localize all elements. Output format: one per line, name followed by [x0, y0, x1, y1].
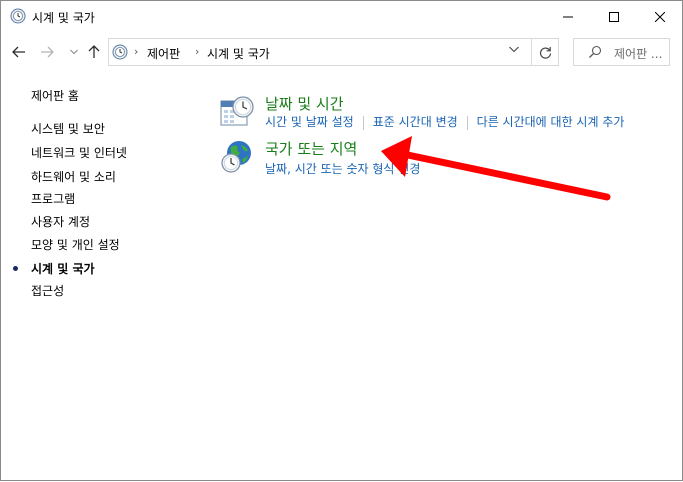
nav-programs[interactable]: 프로그램 [31, 190, 75, 207]
control-panel-clock-icon [10, 8, 26, 24]
chevron-down-icon [509, 46, 519, 53]
link-change-time-zone[interactable]: 표준 시간대 변경 [373, 115, 458, 129]
window-title: 시계 및 국가 [32, 11, 95, 25]
category-links-date-time: 시간 및 날짜 설정 표준 시간대 변경 다른 시간대에 대한 시계 추가 [265, 113, 624, 130]
minimize-button[interactable] [545, 1, 591, 32]
breadcrumb-separator[interactable]: › [134, 45, 138, 58]
search-icon [589, 45, 602, 58]
globe-clock-icon[interactable] [219, 138, 255, 174]
nav-appearance-personalization[interactable]: 모양 및 개인 설정 [31, 236, 120, 253]
nav-control-panel-home[interactable]: 제어판 홈 [31, 87, 79, 104]
refresh-button[interactable] [532, 38, 559, 66]
recent-locations-button[interactable] [64, 42, 84, 62]
nav-network-internet[interactable]: 네트워크 및 인터넷 [31, 144, 127, 161]
forward-arrow-icon [41, 46, 54, 58]
close-button[interactable] [637, 1, 683, 32]
address-dropdown-button[interactable] [509, 45, 519, 56]
control-panel-clock-icon [112, 44, 128, 60]
back-button[interactable] [9, 42, 29, 62]
nav-clock-region-active[interactable]: 시계 및 국가 [31, 260, 95, 277]
nav-system-security[interactable]: 시스템 및 보안 [31, 120, 105, 137]
link-add-clocks[interactable]: 다른 시간대에 대한 시계 추가 [477, 115, 625, 129]
nav-hardware-sound[interactable]: 하드웨어 및 소리 [31, 168, 116, 185]
chevron-down-icon [70, 49, 78, 55]
active-indicator-bullet [13, 266, 18, 271]
maximize-icon [609, 11, 619, 22]
title-bar: 시계 및 국가 [1, 1, 682, 32]
close-icon [655, 11, 665, 22]
breadcrumb-separator[interactable]: › [195, 45, 199, 58]
nav-ease-of-access[interactable]: 접근성 [31, 282, 64, 299]
minimize-icon [563, 16, 573, 17]
search-placeholder: 제어판 ... [614, 47, 663, 61]
link-divider [466, 115, 468, 130]
maximize-button[interactable] [591, 1, 637, 32]
up-arrow-icon [88, 45, 100, 58]
breadcrumb-control-panel[interactable]: 제어판 [147, 45, 180, 62]
nav-user-accounts[interactable]: 사용자 계정 [31, 213, 90, 230]
refresh-icon [539, 46, 551, 59]
address-bar[interactable]: › 제어판 › 시계 및 국가 [108, 38, 532, 66]
link-divider [362, 115, 364, 130]
calendar-clock-icon[interactable] [219, 95, 255, 131]
navigation-bar: › 제어판 › 시계 및 국가 제어판 ... [1, 34, 682, 70]
up-button[interactable] [84, 42, 104, 62]
control-panel-window: 시계 및 국가 › 제어판 › 시계 및 국가 제어판 ... 제어판 홈 시스… [0, 0, 683, 481]
link-set-time-date[interactable]: 시간 및 날짜 설정 [265, 115, 354, 129]
search-input[interactable]: 제어판 ... [573, 38, 670, 66]
breadcrumb-clock-region[interactable]: 시계 및 국가 [207, 45, 270, 62]
category-links-region: 날짜, 시간 또는 숫자 형식 변경 [265, 160, 420, 177]
category-title-region[interactable]: 국가 또는 지역 [265, 138, 357, 159]
back-arrow-icon [12, 46, 25, 58]
category-title-date-time[interactable]: 날짜 및 시간 [265, 93, 344, 114]
link-change-formats[interactable]: 날짜, 시간 또는 숫자 형식 변경 [265, 162, 420, 176]
forward-button[interactable] [37, 42, 57, 62]
